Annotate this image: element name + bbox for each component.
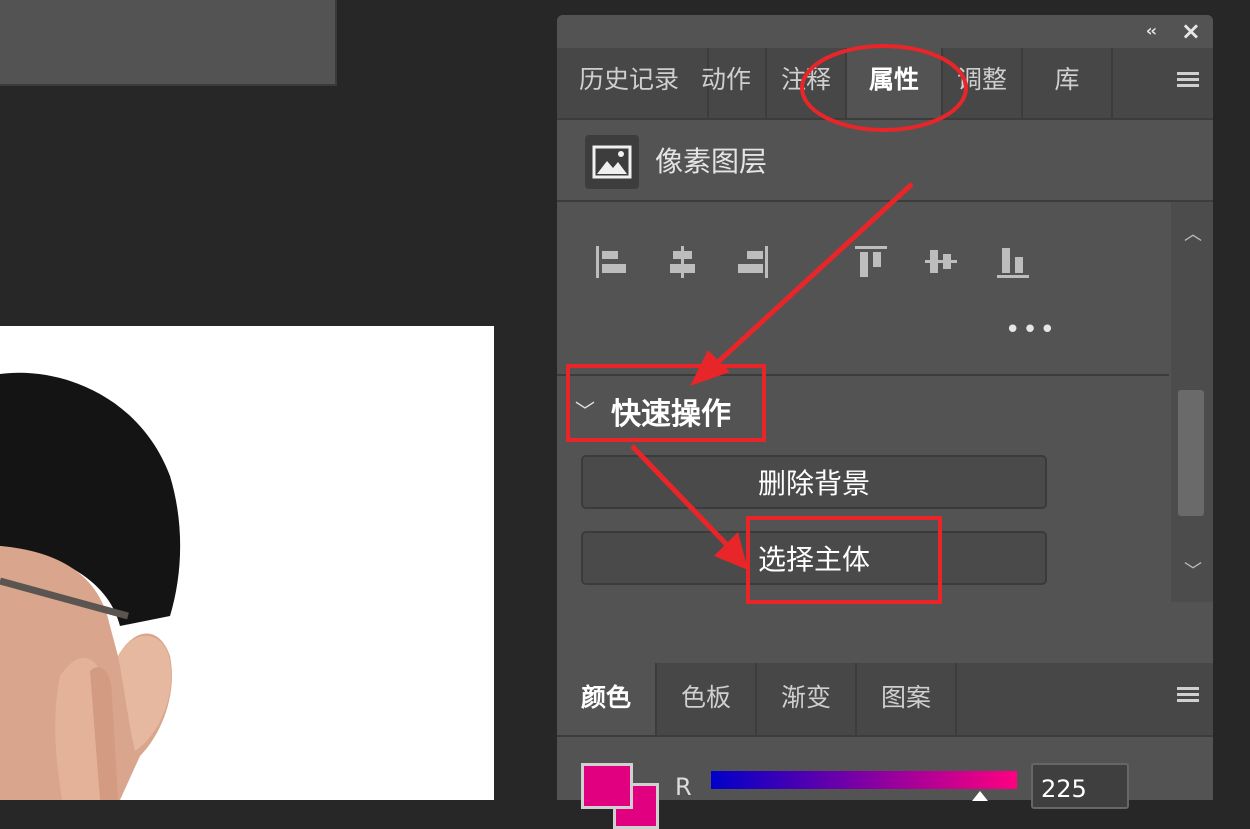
align-toolbar: ••• [557, 202, 1167, 372]
align-right-edges-icon[interactable] [733, 242, 773, 282]
red-channel-slider[interactable] [711, 771, 1017, 789]
more-options-icon[interactable]: ••• [1005, 317, 1057, 343]
properties-scroll-area: ••• ﹀ 快速操作 删除背景 选择主体 ︿ ﹀ [557, 202, 1213, 675]
align-horizontal-centers-icon[interactable] [663, 242, 703, 282]
tab-adjustments[interactable]: 调整 [943, 48, 1023, 118]
double-chevron-left-icon[interactable]: ‹‹ [1146, 21, 1157, 40]
panel-title-bar: ‹‹ × [557, 15, 1213, 48]
chevron-down-icon[interactable]: ﹀ [575, 395, 595, 424]
document-canvas[interactable] [0, 326, 494, 800]
image-layer-icon [585, 135, 639, 189]
panel-tab-bar: 历史记录 动作 注释 属性 调整 库 [557, 48, 1213, 120]
layer-type-label: 像素图层 [655, 145, 768, 178]
tab-properties[interactable]: 属性 [847, 48, 943, 118]
scrollbar-thumb[interactable] [1178, 390, 1204, 516]
red-channel-value-input[interactable]: 225 [1031, 763, 1129, 809]
color-panel: 颜色 色板 渐变 图案 R 225 [557, 663, 1213, 829]
align-bottom-edges-icon[interactable] [993, 242, 1033, 282]
tab-notes[interactable]: 注释 [767, 48, 847, 118]
tab-patterns[interactable]: 图案 [857, 663, 957, 735]
section-divider [557, 374, 1169, 376]
close-icon[interactable]: × [1181, 17, 1201, 45]
tab-actions[interactable]: 动作 [687, 48, 767, 118]
chevron-down-icon[interactable]: ﹀ [1184, 557, 1202, 583]
document-area-top-panel [0, 0, 337, 86]
foreground-color-swatch[interactable] [581, 763, 633, 809]
tab-color[interactable]: 颜色 [557, 663, 657, 735]
hamburger-menu-icon[interactable] [1177, 72, 1199, 88]
align-top-edges-icon[interactable] [851, 242, 891, 282]
align-vertical-centers-icon[interactable] [921, 242, 961, 282]
scrollbar[interactable]: ︿ ﹀ [1171, 202, 1213, 602]
tab-gradients[interactable]: 渐变 [757, 663, 857, 735]
red-channel-label: R [675, 773, 692, 801]
color-tab-bar: 颜色 色板 渐变 图案 [557, 663, 1213, 737]
hamburger-menu-icon[interactable] [1177, 687, 1199, 703]
chevron-up-icon[interactable]: ︿ [1184, 220, 1202, 246]
remove-background-button[interactable]: 删除背景 [581, 455, 1047, 509]
tab-libraries[interactable]: 库 [1023, 48, 1113, 118]
quick-actions-title: 快速操作 [611, 397, 731, 432]
select-subject-button[interactable]: 选择主体 [581, 531, 1047, 585]
layer-type-row: 像素图层 [557, 120, 1213, 202]
align-left-edges-icon[interactable] [591, 242, 631, 282]
properties-panel: ‹‹ × 历史记录 动作 注释 属性 调整 库 像素图层 ••• ﹀ 快速操作 … [557, 15, 1213, 675]
portrait-photo [0, 372, 181, 800]
tab-swatches[interactable]: 色板 [657, 663, 757, 735]
